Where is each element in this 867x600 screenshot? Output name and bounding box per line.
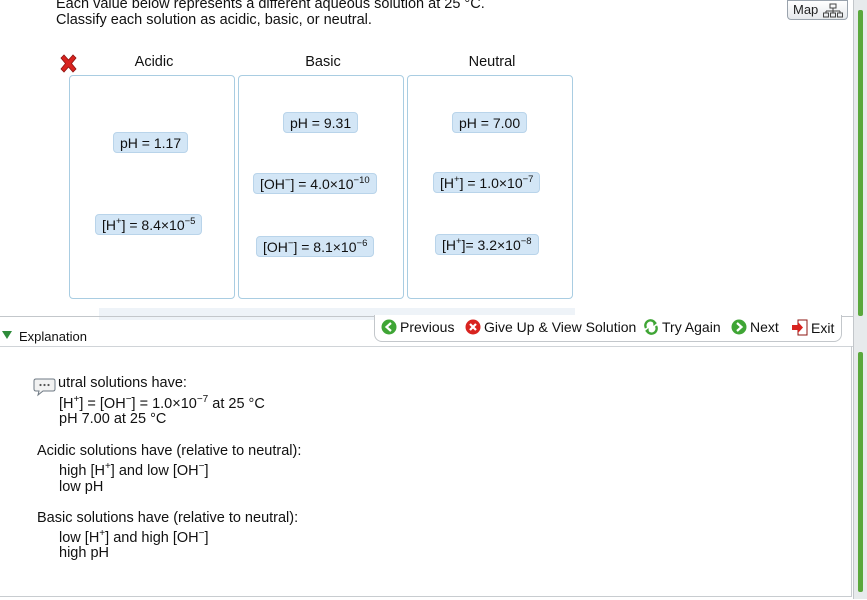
column-heading-basic: Basic	[305, 54, 341, 70]
basic-heading: Basic solutions have (relative to neutra…	[37, 510, 299, 526]
comment-bubble-icon[interactable]	[33, 377, 56, 397]
previous-label: Previous	[400, 319, 455, 335]
neutral-bin[interactable]: pH = 7.00 [H+] = 1.0×10−7 [H+]= 3.2×10−8	[407, 75, 573, 299]
answer-chip[interactable]: [OH−] = 8.1×10−6	[256, 236, 375, 257]
acidic-heading: Acidic solutions have (relative to neutr…	[37, 443, 302, 459]
lower-scroll-track[interactable]	[858, 352, 863, 592]
column-heading-acidic: Acidic	[134, 54, 174, 70]
next-label: Next	[750, 319, 779, 335]
basic-bin[interactable]: pH = 9.31 [OH−] = 4.0×10−10 [OH−] = 8.1×…	[238, 75, 404, 299]
try-again-icon	[644, 319, 658, 335]
answer-chip[interactable]: [H+] = 8.4×10−5	[95, 214, 203, 235]
give-up-icon	[465, 319, 481, 335]
explanation-toggle[interactable]: Explanation	[0, 327, 374, 345]
explanation-toggle-label: Explanation	[19, 329, 87, 344]
question-prompt: Each value below represents a different …	[56, 0, 485, 28]
exit-button[interactable]: Exit	[791, 319, 834, 336]
give-up-label: Give Up & View Solution	[484, 319, 637, 335]
column-heading-neutral: Neutral	[468, 54, 516, 70]
exit-icon	[792, 319, 808, 336]
upper-scroll-track[interactable]	[858, 10, 863, 316]
chip-label: [OH−] = 4.0×10−10	[260, 175, 370, 192]
basic-line-2: high pH	[59, 545, 109, 561]
answer-chip[interactable]: [OH−] = 4.0×10−10	[253, 173, 377, 194]
neutral-line-2: pH 7.00 at 25 °C	[59, 411, 167, 427]
answer-chip[interactable]: pH = 7.00	[452, 112, 528, 133]
next-icon	[731, 319, 747, 335]
map-button-label: Map	[793, 2, 819, 17]
neutral-line-1: [H+] = [OH−] = 1.0×10−7 at 25 °C	[59, 394, 265, 413]
previous-button[interactable]: Previous	[381, 319, 454, 335]
map-button[interactable]: Map	[787, 0, 848, 20]
chip-label: [H+] = 1.0×10−7	[440, 174, 534, 191]
give-up-button[interactable]: Give Up & View Solution	[465, 319, 636, 335]
neutral-heading: utral solutions have:	[58, 375, 187, 391]
acidic-line-1: high [H+] and low [OH−]	[59, 461, 209, 480]
answer-chip[interactable]: [H+]= 3.2×10−8	[435, 234, 539, 255]
prompt-line-1: Each value below represents a different …	[56, 0, 485, 12]
answer-chip[interactable]: [H+] = 1.0×10−7	[433, 172, 541, 193]
chip-label: [H+] = 8.4×10−5	[102, 216, 196, 233]
basic-line-1: low [H+] and high [OH−]	[59, 528, 209, 547]
previous-icon	[381, 319, 397, 335]
expand-triangle-icon	[2, 331, 12, 339]
acidic-bin[interactable]: pH = 1.17 [H+] = 8.4×10−5	[69, 75, 235, 299]
map-tree-icon	[823, 3, 843, 18]
navigation-bar: Previous Give Up & View Solution Try Aga…	[374, 315, 842, 342]
chip-label: [OH−] = 8.1×10−6	[263, 238, 368, 255]
chip-label: pH = 9.31	[290, 115, 352, 131]
answer-chip[interactable]: pH = 1.17	[113, 132, 189, 153]
prompt-line-2: Classify each solution as acidic, basic,…	[56, 12, 372, 28]
right-scrollbar-rail[interactable]	[853, 0, 867, 599]
next-button[interactable]: Next	[731, 319, 779, 335]
exit-label: Exit	[811, 319, 835, 336]
chip-label: [H+]= 3.2×10−8	[442, 236, 532, 253]
try-again-label: Try Again	[662, 319, 721, 335]
try-again-button[interactable]: Try Again	[643, 319, 721, 335]
answer-chip[interactable]: pH = 9.31	[283, 112, 359, 133]
chip-label: pH = 1.17	[120, 135, 182, 151]
acidic-line-2: low pH	[59, 479, 104, 495]
chip-label: pH = 7.00	[459, 115, 521, 131]
